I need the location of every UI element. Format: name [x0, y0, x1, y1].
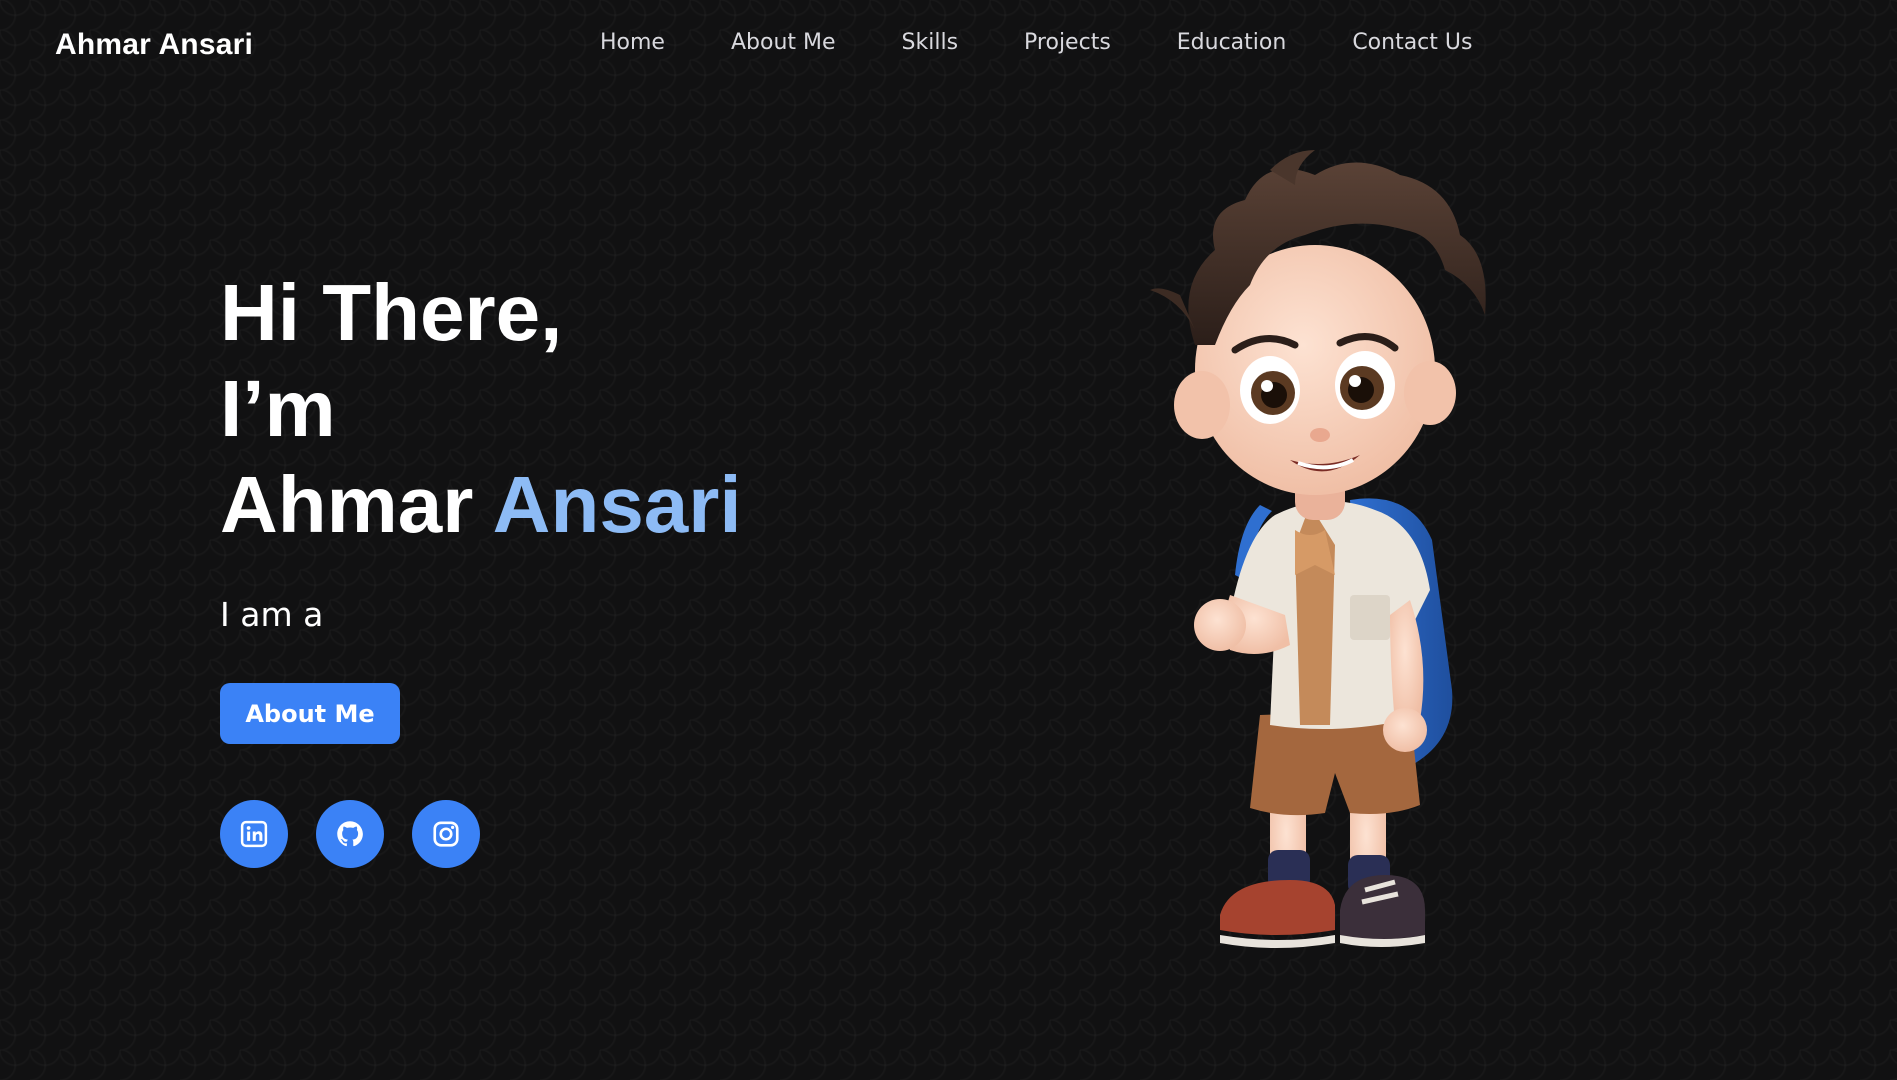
nav-links: Home About Me Skills Projects Education …	[600, 30, 1472, 55]
nav-link-projects[interactable]: Projects	[1024, 30, 1111, 55]
hero-avatar-illustration	[1110, 145, 1510, 985]
hero-intro: Hi There, I’m Ahmar Ansari I am a	[220, 265, 742, 634]
greeting-line-1: Hi There,	[220, 268, 563, 357]
linkedin-icon	[240, 820, 268, 848]
github-link[interactable]	[316, 800, 384, 868]
github-icon	[337, 821, 363, 847]
instagram-link[interactable]	[412, 800, 480, 868]
nav-link-education[interactable]: Education	[1177, 30, 1287, 55]
hero-first-name: Ahmar	[220, 460, 474, 549]
instagram-icon	[433, 821, 459, 847]
nav-link-home[interactable]: Home	[600, 30, 665, 55]
hero-tagline: I am a	[220, 595, 324, 634]
hero-greeting: Hi There, I’m Ahmar Ansari	[220, 265, 742, 553]
cartoon-boy-illustration	[1150, 150, 1486, 948]
about-me-button[interactable]: About Me	[220, 683, 400, 744]
social-links	[220, 800, 508, 868]
nav-link-contact-us[interactable]: Contact Us	[1352, 30, 1472, 55]
nav-link-about-me[interactable]: About Me	[731, 30, 836, 55]
navbar: Ahmar Ansari Home About Me Skills Projec…	[0, 0, 1897, 90]
greeting-line-2: I’m	[220, 364, 336, 453]
linkedin-link[interactable]	[220, 800, 288, 868]
hero-last-name: Ansari	[492, 460, 742, 549]
nav-link-skills[interactable]: Skills	[902, 30, 959, 55]
site-brand[interactable]: Ahmar Ansari	[55, 28, 253, 62]
